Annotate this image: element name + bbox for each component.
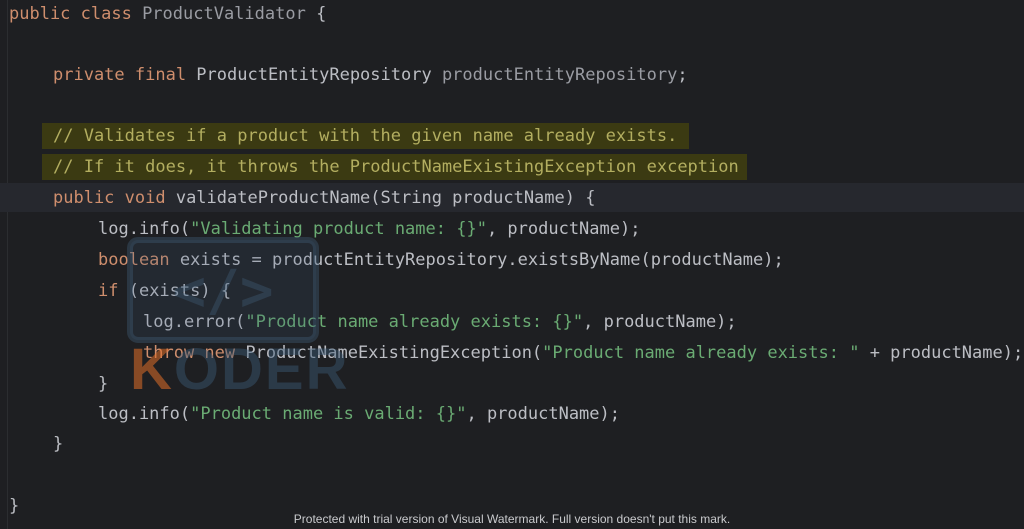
trial-watermark-note: Protected with trial version of Visual W…	[293, 512, 731, 526]
code-text: log.info(	[98, 219, 191, 239]
code-text: exists = productEntityRepository.existsB…	[179, 250, 784, 270]
code-line-log-info[interactable]: log.info("Validating product name: {}", …	[98, 216, 640, 242]
keyword: boolean	[98, 250, 180, 270]
comment-text: // If it does, it throws the ProductName…	[53, 157, 739, 177]
code-line-method-signature[interactable]: public void validateProductName(String p…	[53, 185, 595, 211]
string-literal: "Product name is valid: {}"	[190, 404, 467, 424]
code-line-comment[interactable]: // Validates if a product with the given…	[42, 123, 690, 149]
code-text: , productName);	[583, 312, 737, 332]
code-line-throw[interactable]: throw new ProductNameExistingException("…	[143, 340, 1023, 366]
keyword: private final	[53, 65, 197, 85]
code-line-log-info[interactable]: log.info("Product name is valid: {}", pr…	[98, 401, 620, 427]
gutter-divider	[7, 0, 8, 529]
keyword: if	[98, 281, 129, 301]
code-text: ProductNameExistingException(	[245, 343, 543, 363]
comment-text: // Validates if a product with the given…	[53, 126, 678, 146]
code-line-comment[interactable]: // If it does, it throws the ProductName…	[42, 154, 747, 180]
code-editor[interactable]: public class ProductValidator { private …	[0, 0, 1024, 529]
code-text: ;	[677, 65, 688, 85]
code-line-closing-brace[interactable]: }	[53, 431, 63, 457]
code-line-field-declaration[interactable]: private final ProductEntityRepository pr…	[53, 62, 688, 88]
code-line-if-statement[interactable]: if (exists) {	[98, 278, 231, 304]
code-text: log.info(	[98, 404, 191, 424]
code-text: , productName);	[466, 404, 620, 424]
keyword: public void	[53, 188, 176, 208]
string-literal: "Product name already exists: "	[542, 343, 860, 363]
code-line-class-declaration[interactable]: public class ProductValidator {	[9, 1, 326, 27]
keyword: public class	[9, 4, 143, 24]
code-text: , productName);	[486, 219, 641, 239]
code-text: + productName);	[859, 343, 1024, 363]
code-text: (exists) {	[128, 281, 232, 301]
code-text: {	[305, 4, 327, 24]
string-literal: "Product name already exists: {}"	[245, 312, 584, 332]
field-name: productEntityRepository	[441, 65, 678, 85]
keyword: throw new	[143, 343, 246, 363]
code-text: log.error(	[143, 312, 246, 332]
type-name: ProductEntityRepository	[196, 65, 442, 85]
code-line-boolean-exists[interactable]: boolean exists = productEntityRepository…	[98, 247, 784, 273]
code-line-log-error[interactable]: log.error("Product name already exists: …	[143, 309, 737, 335]
code-line-closing-brace[interactable]: }	[98, 371, 108, 397]
class-name: ProductValidator	[142, 4, 306, 24]
string-literal: "Validating product name: {}"	[190, 219, 487, 239]
code-text: validateProductName(String productName) …	[175, 188, 596, 208]
code-text: }	[98, 374, 109, 394]
code-text: }	[53, 434, 64, 454]
